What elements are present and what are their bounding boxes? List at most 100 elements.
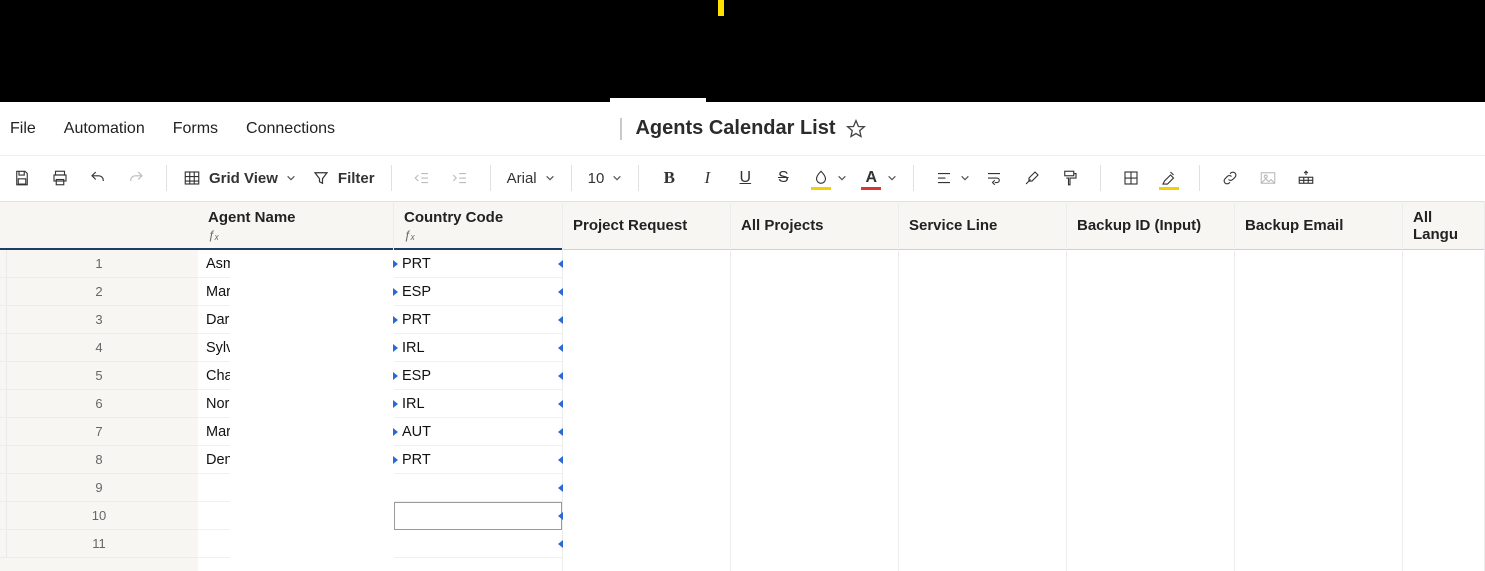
cell[interactable]: IRL — [394, 334, 562, 362]
cell-text: ESP — [402, 368, 431, 384]
row-number[interactable]: 4 — [0, 334, 198, 362]
menu-forms[interactable]: Forms — [173, 120, 218, 138]
column-all-languages: All Langu — [1403, 201, 1485, 571]
italic-icon[interactable]: I — [693, 164, 721, 192]
cell[interactable]: ESP — [394, 362, 562, 390]
menus: File Automation Forms Connections — [10, 120, 335, 138]
column-backup-id: Backup ID (Input) — [1067, 201, 1235, 571]
fill-color-button[interactable] — [807, 164, 847, 192]
title-caret — [619, 118, 621, 140]
filter-button[interactable]: Filter — [312, 169, 375, 187]
cell-text: PRT — [402, 312, 431, 328]
print-icon[interactable] — [46, 164, 74, 192]
menu-connections[interactable]: Connections — [246, 120, 335, 138]
column-all-projects: All Projects — [731, 201, 899, 571]
row-number[interactable]: 8 — [0, 446, 198, 474]
underline-icon[interactable]: U — [731, 164, 759, 192]
column-header-label: Backup Email — [1245, 217, 1392, 234]
cell-text: AUT — [402, 424, 431, 440]
strikethrough-icon[interactable]: S — [769, 164, 797, 192]
save-icon[interactable] — [8, 164, 36, 192]
column-country-code: Country Code ƒₓ PRT ESP PRT IRL ESP IRL … — [394, 201, 563, 571]
fontsize-select[interactable]: 10 — [588, 170, 623, 187]
row-number[interactable]: 10 — [0, 502, 198, 530]
undo-icon[interactable] — [84, 164, 112, 192]
row-number[interactable]: 9 — [0, 474, 198, 502]
separator — [391, 165, 392, 191]
bold-icon[interactable]: B — [655, 164, 683, 192]
fx-icon: ƒₓ — [208, 228, 383, 242]
active-tab-marker — [718, 0, 724, 16]
align-button[interactable] — [930, 164, 970, 192]
cell-text: PRT — [402, 452, 431, 468]
column-header-service-line[interactable]: Service Line — [899, 201, 1066, 250]
format-painter-icon[interactable] — [1056, 164, 1084, 192]
view-selector[interactable]: Grid View — [183, 169, 296, 187]
cell[interactable] — [394, 530, 562, 558]
cell-text: ESP — [402, 284, 431, 300]
row-number[interactable]: 6 — [0, 390, 198, 418]
column-header-label: All Langu — [1413, 209, 1474, 243]
column-header-label: Backup ID (Input) — [1077, 217, 1224, 234]
cell-text: Cha — [206, 368, 233, 384]
row-number[interactable]: 7 — [0, 418, 198, 446]
highlight-icon[interactable] — [1155, 164, 1183, 192]
selection-marker-left-icon — [393, 316, 398, 324]
cell-text: Dar — [206, 312, 229, 328]
view-label: Grid View — [209, 170, 278, 187]
fx-icon: ƒₓ — [404, 228, 552, 242]
link-icon[interactable] — [1216, 164, 1244, 192]
row-number[interactable]: 11 — [0, 530, 198, 558]
column-header-backup-id[interactable]: Backup ID (Input) — [1067, 201, 1234, 250]
outdent-icon[interactable] — [408, 164, 436, 192]
cell[interactable]: PRT — [394, 446, 562, 474]
cell[interactable]: ESP — [394, 278, 562, 306]
caret-down-icon — [545, 173, 555, 183]
column-header-all-languages[interactable]: All Langu — [1403, 201, 1484, 250]
separator — [1100, 165, 1101, 191]
separator — [1199, 165, 1200, 191]
menu-file[interactable]: File — [10, 120, 36, 138]
cell[interactable]: PRT — [394, 250, 562, 278]
star-icon[interactable] — [846, 119, 866, 139]
selection-marker-left-icon — [393, 456, 398, 464]
column-header-backup-email[interactable]: Backup Email — [1235, 201, 1402, 250]
clear-format-icon[interactable] — [1018, 164, 1046, 192]
insert-row-icon[interactable] — [1292, 164, 1320, 192]
column-agent-name: Agent Name ƒₓ Asm Mar Dar Sylv Cha Nora … — [198, 201, 394, 571]
borders-icon[interactable] — [1117, 164, 1145, 192]
wrap-icon[interactable] — [980, 164, 1008, 192]
column-header-agent-name[interactable]: Agent Name ƒₓ — [198, 201, 393, 250]
cell-active[interactable] — [394, 502, 562, 530]
font-select[interactable]: Arial — [507, 170, 555, 187]
redo-icon[interactable] — [122, 164, 150, 192]
column-service-line: Service Line — [899, 201, 1067, 571]
row-number[interactable]: 5 — [0, 362, 198, 390]
menu-automation[interactable]: Automation — [64, 120, 145, 138]
row-number[interactable]: 2 — [0, 278, 198, 306]
selection-marker-left-icon — [393, 260, 398, 268]
text-color-button[interactable]: A — [857, 164, 897, 192]
indent-icon[interactable] — [446, 164, 474, 192]
corner-header[interactable] — [0, 201, 198, 250]
selection-marker-left-icon — [393, 344, 398, 352]
row-number[interactable]: 1 — [0, 250, 198, 278]
image-icon[interactable] — [1254, 164, 1282, 192]
separator — [571, 165, 572, 191]
row-number[interactable]: 3 — [0, 306, 198, 334]
cell-text: Mar — [206, 424, 231, 440]
cell[interactable]: PRT — [394, 306, 562, 334]
column-header-country-code[interactable]: Country Code ƒₓ — [394, 201, 562, 250]
cell[interactable]: IRL — [394, 390, 562, 418]
cell[interactable] — [394, 474, 562, 502]
caret-down-icon — [286, 173, 296, 183]
data-columns: Agent Name ƒₓ Asm Mar Dar Sylv Cha Nora … — [198, 201, 1485, 571]
column-backup-email: Backup Email — [1235, 201, 1403, 571]
cell-text: Den — [206, 452, 233, 468]
column-header-project-request[interactable]: Project Request — [563, 201, 730, 250]
column-mask — [230, 250, 394, 571]
font-size: 10 — [588, 170, 605, 187]
cell[interactable]: AUT — [394, 418, 562, 446]
page-title: Agents Calendar List — [635, 117, 835, 140]
column-header-all-projects[interactable]: All Projects — [731, 201, 898, 250]
